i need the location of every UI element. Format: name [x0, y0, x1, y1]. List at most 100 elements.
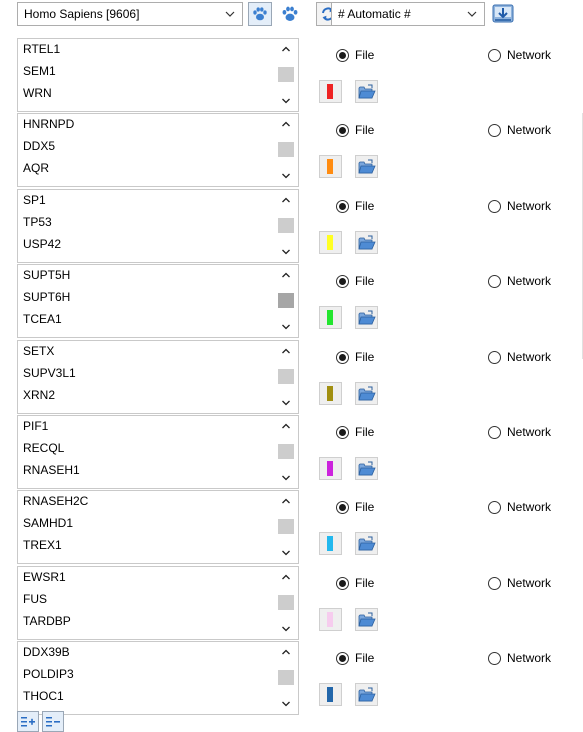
- radio-indicator[interactable]: [488, 48, 501, 62]
- gene-item[interactable]: RNASEH1: [23, 461, 80, 479]
- file-radio[interactable]: File: [336, 349, 374, 365]
- scroll-down-button[interactable]: [275, 695, 297, 713]
- gene-listbox[interactable]: SP1 TP53 USP42: [17, 189, 299, 263]
- radio-indicator[interactable]: [336, 123, 349, 137]
- color-picker-button[interactable]: [319, 457, 342, 480]
- listbox-scrollbar[interactable]: [275, 568, 297, 638]
- gene-listbox[interactable]: RNASEH2C SAMHD1 TREX1: [17, 490, 299, 564]
- color-picker-button[interactable]: [319, 382, 342, 405]
- file-radio[interactable]: File: [336, 122, 374, 138]
- gene-item[interactable]: FUS: [23, 590, 47, 608]
- gene-item[interactable]: DDX39B: [23, 643, 70, 661]
- gene-item[interactable]: TP53: [23, 213, 52, 231]
- radio-indicator[interactable]: [488, 199, 501, 213]
- gene-listbox[interactable]: DDX39B POLDIP3 THOC1: [17, 641, 299, 715]
- gene-item[interactable]: PIF1: [23, 417, 48, 435]
- scroll-up-button[interactable]: [275, 40, 297, 58]
- gene-listbox[interactable]: SUPT5H SUPT6H TCEA1: [17, 264, 299, 338]
- gene-listbox[interactable]: SETX SUPV3L1 XRN2: [17, 340, 299, 414]
- gene-item[interactable]: TCEA1: [23, 310, 62, 328]
- radio-indicator[interactable]: [336, 48, 349, 62]
- gene-item[interactable]: USP42: [23, 235, 61, 253]
- network-radio[interactable]: Network: [488, 424, 551, 440]
- scroll-thumb[interactable]: [278, 670, 294, 685]
- scroll-down-button[interactable]: [275, 469, 297, 487]
- gene-listbox[interactable]: RTEL1 SEM1 WRN: [17, 38, 299, 112]
- scroll-down-button[interactable]: [275, 167, 297, 185]
- radio-indicator[interactable]: [488, 651, 501, 665]
- gene-item[interactable]: EWSR1: [23, 568, 66, 586]
- gene-item[interactable]: RNASEH2C: [23, 492, 88, 510]
- gene-listbox[interactable]: EWSR1 FUS TARDBP: [17, 566, 299, 640]
- download-button[interactable]: [490, 2, 516, 26]
- gene-item[interactable]: TARDBP: [23, 612, 71, 630]
- gene-item[interactable]: SUPT5H: [23, 266, 70, 284]
- gene-item[interactable]: SETX: [23, 342, 54, 360]
- radio-indicator[interactable]: [336, 500, 349, 514]
- scroll-thumb[interactable]: [278, 369, 294, 384]
- gene-item[interactable]: SUPV3L1: [23, 364, 76, 382]
- gene-item[interactable]: AQR: [23, 159, 49, 177]
- gene-item[interactable]: TREX1: [23, 536, 62, 554]
- mode-select[interactable]: # Automatic #: [331, 2, 485, 26]
- scroll-up-button[interactable]: [275, 417, 297, 435]
- gene-item[interactable]: RECQL: [23, 439, 64, 457]
- gene-item[interactable]: RTEL1: [23, 40, 60, 58]
- open-file-button[interactable]: [355, 532, 378, 555]
- scroll-thumb[interactable]: [278, 595, 294, 610]
- radio-indicator[interactable]: [336, 425, 349, 439]
- radio-indicator[interactable]: [488, 425, 501, 439]
- scroll-down-button[interactable]: [275, 318, 297, 336]
- listbox-scrollbar[interactable]: [275, 40, 297, 110]
- file-radio[interactable]: File: [336, 47, 374, 63]
- color-picker-button[interactable]: [319, 231, 342, 254]
- network-radio[interactable]: Network: [488, 273, 551, 289]
- paw-button-primary[interactable]: [248, 2, 272, 26]
- scroll-thumb[interactable]: [278, 444, 294, 459]
- radio-indicator[interactable]: [488, 500, 501, 514]
- gene-item[interactable]: SUPT6H: [23, 288, 70, 306]
- radio-indicator[interactable]: [336, 350, 349, 364]
- scroll-down-button[interactable]: [275, 544, 297, 562]
- radio-indicator[interactable]: [488, 576, 501, 590]
- network-radio[interactable]: Network: [488, 575, 551, 591]
- gene-item[interactable]: THOC1: [23, 687, 64, 705]
- scroll-down-button[interactable]: [275, 620, 297, 638]
- scroll-down-button[interactable]: [275, 243, 297, 261]
- gene-item[interactable]: SAMHD1: [23, 514, 73, 532]
- color-picker-button[interactable]: [319, 608, 342, 631]
- gene-item[interactable]: HNRNPD: [23, 115, 74, 133]
- scroll-thumb[interactable]: [278, 519, 294, 534]
- scroll-thumb[interactable]: [278, 218, 294, 233]
- file-radio[interactable]: File: [336, 424, 374, 440]
- color-picker-button[interactable]: [319, 683, 342, 706]
- file-radio[interactable]: File: [336, 575, 374, 591]
- network-radio[interactable]: Network: [488, 349, 551, 365]
- open-file-button[interactable]: [355, 608, 378, 631]
- network-radio[interactable]: Network: [488, 47, 551, 63]
- scroll-thumb[interactable]: [278, 293, 294, 308]
- file-radio[interactable]: File: [336, 499, 374, 515]
- file-radio[interactable]: File: [336, 198, 374, 214]
- scroll-up-button[interactable]: [275, 115, 297, 133]
- scroll-up-button[interactable]: [275, 568, 297, 586]
- gene-listbox[interactable]: PIF1 RECQL RNASEH1: [17, 415, 299, 489]
- open-file-button[interactable]: [355, 382, 378, 405]
- color-picker-button[interactable]: [319, 155, 342, 178]
- color-picker-button[interactable]: [319, 532, 342, 555]
- open-file-button[interactable]: [355, 457, 378, 480]
- listbox-scrollbar[interactable]: [275, 266, 297, 336]
- radio-indicator[interactable]: [488, 350, 501, 364]
- open-file-button[interactable]: [355, 683, 378, 706]
- file-radio[interactable]: File: [336, 273, 374, 289]
- gene-item[interactable]: WRN: [23, 84, 52, 102]
- network-radio[interactable]: Network: [488, 122, 551, 138]
- color-picker-button[interactable]: [319, 306, 342, 329]
- gene-item[interactable]: POLDIP3: [23, 665, 74, 683]
- scroll-down-button[interactable]: [275, 92, 297, 110]
- scroll-up-button[interactable]: [275, 643, 297, 661]
- add-list-button[interactable]: [17, 711, 39, 732]
- open-file-button[interactable]: [355, 231, 378, 254]
- listbox-scrollbar[interactable]: [275, 492, 297, 562]
- listbox-scrollbar[interactable]: [275, 191, 297, 261]
